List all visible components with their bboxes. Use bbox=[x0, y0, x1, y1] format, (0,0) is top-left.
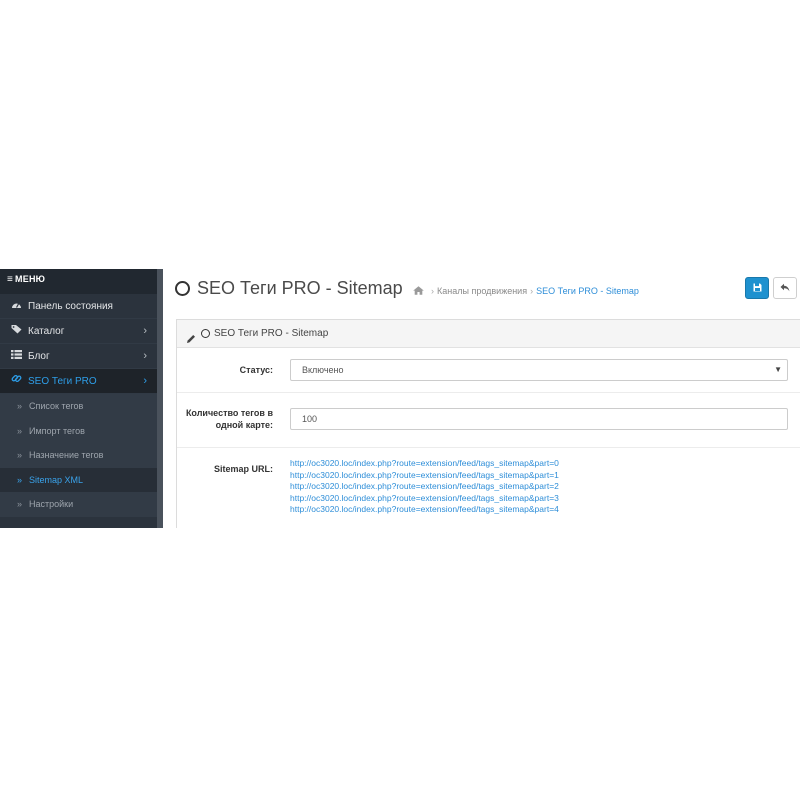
sidebar-item-blog[interactable]: Блог › bbox=[0, 344, 157, 369]
sidebar-subitem-label: Настройки bbox=[29, 499, 74, 509]
sidebar-subitem-label: Назначение тегов bbox=[29, 450, 104, 460]
dashboard-icon bbox=[10, 294, 23, 319]
double-chevron-icon: » bbox=[17, 425, 23, 436]
sidebar-item-label: SEO Теги PRO bbox=[28, 376, 97, 387]
sidebar-item-dashboard[interactable]: Панель состояния bbox=[0, 294, 157, 319]
home-icon[interactable] bbox=[413, 286, 424, 297]
sidebar-subitem-label: Список тегов bbox=[29, 401, 84, 411]
screenshot-area: ≡МЕНЮ Панель состояния Каталог › Блог › bbox=[0, 269, 800, 528]
status-label: Статус: bbox=[239, 365, 273, 375]
chevron-right-icon: › bbox=[143, 350, 147, 362]
panel-title: SEO Теги PRO - Sitemap bbox=[214, 328, 329, 339]
sidebar-subitem-settings[interactable]: » Настройки bbox=[0, 492, 157, 517]
chevron-right-icon: › bbox=[143, 325, 147, 337]
form-row-tags-per-map: Количество тегов в одной карте: 100 bbox=[177, 393, 800, 448]
breadcrumb: › Каналы продвижения › SEO Теги PRO - Sitem… bbox=[413, 286, 639, 297]
sitemap-link-list: http://oc3020.loc/index.php?route=extens… bbox=[290, 458, 559, 516]
double-chevron-icon: » bbox=[17, 450, 23, 460]
hamburger-icon: ≡ bbox=[7, 274, 14, 285]
circle-o-icon bbox=[175, 281, 190, 296]
form-row-status: Статус: Включено ▼ bbox=[177, 348, 800, 393]
double-chevron-icon: » bbox=[17, 499, 23, 509]
sitemap-link[interactable]: http://oc3020.loc/index.php?route=extens… bbox=[290, 458, 559, 470]
breadcrumb-separator: › bbox=[431, 286, 434, 296]
sidebar: ≡МЕНЮ Панель состояния Каталог › Блог › bbox=[0, 269, 157, 528]
sitemap-link[interactable]: http://oc3020.loc/index.php?route=extens… bbox=[290, 481, 559, 493]
status-value: Включено bbox=[302, 365, 344, 375]
sidebar-item-catalog[interactable]: Каталог › bbox=[0, 319, 157, 344]
double-chevron-icon: » bbox=[17, 401, 23, 411]
chevron-right-icon: › bbox=[143, 375, 147, 387]
sitemap-link[interactable]: http://oc3020.loc/index.php?route=extens… bbox=[290, 493, 559, 505]
list-icon bbox=[10, 344, 23, 369]
reply-arrow-icon bbox=[780, 281, 790, 295]
sitemap-link[interactable]: http://oc3020.loc/index.php?route=extens… bbox=[290, 504, 559, 516]
circle-o-icon bbox=[201, 329, 210, 338]
save-button[interactable] bbox=[745, 277, 769, 299]
link-icon bbox=[10, 369, 23, 394]
breadcrumb-item-promo-channels[interactable]: Каналы продвижения bbox=[437, 286, 527, 296]
tags-icon bbox=[10, 319, 23, 344]
menu-header[interactable]: ≡ МЕНЮ bbox=[0, 269, 157, 294]
breadcrumb-separator: › bbox=[530, 286, 534, 296]
sidebar-item-seo-tags-pro[interactable]: SEO Теги PRO › bbox=[0, 369, 157, 394]
page-title: SEO Теги PRO - Sitemap bbox=[197, 278, 403, 298]
menu-label: МЕНЮ bbox=[15, 274, 46, 284]
settings-panel: SEO Теги PRO - Sitemap Статус: Включено … bbox=[176, 319, 800, 528]
sidebar-item-label: Блог bbox=[28, 351, 50, 362]
tags-per-map-label: Количество тегов в одной карте: bbox=[185, 408, 273, 430]
tags-per-map-value: 100 bbox=[302, 414, 318, 424]
page-header: SEO Теги PRO - Sitemap › Каналы продвижен… bbox=[163, 269, 800, 314]
status-select[interactable]: Включено ▼ bbox=[290, 359, 788, 381]
breadcrumb-item-current[interactable]: SEO Теги PRO - Sitemap bbox=[536, 286, 639, 296]
floppy-disk-icon bbox=[753, 279, 762, 297]
form-row-sitemap-url: Sitemap URL: http://oc3020.loc/index.php… bbox=[177, 448, 800, 528]
sitemap-url-label: Sitemap URL: bbox=[213, 464, 273, 474]
tags-per-map-input[interactable]: 100 bbox=[290, 408, 788, 430]
sidebar-item-label: Панель состояния bbox=[28, 301, 113, 312]
sidebar-subitem-tag-list[interactable]: » Список тегов bbox=[0, 394, 157, 419]
double-chevron-icon: » bbox=[17, 474, 23, 485]
sidebar-subitem-tag-import[interactable]: » Импорт тегов bbox=[0, 418, 157, 443]
sitemap-link[interactable]: http://oc3020.loc/index.php?route=extens… bbox=[290, 470, 559, 482]
sidebar-item-label: Каталог bbox=[28, 326, 65, 337]
sidebar-subitem-tag-assign[interactable]: » Назначение тегов bbox=[0, 443, 157, 468]
sidebar-subitem-label: Sitemap XML bbox=[29, 474, 84, 485]
caret-down-icon: ▼ bbox=[774, 365, 782, 374]
sidebar-subitem-label: Импорт тегов bbox=[29, 425, 85, 436]
panel-heading: SEO Теги PRO - Sitemap bbox=[177, 320, 800, 348]
sidebar-subitem-sitemap-xml[interactable]: » Sitemap XML bbox=[0, 467, 157, 492]
back-button[interactable] bbox=[773, 277, 797, 299]
main-content: SEO Теги PRO - Sitemap › Каналы продвижен… bbox=[163, 269, 800, 528]
